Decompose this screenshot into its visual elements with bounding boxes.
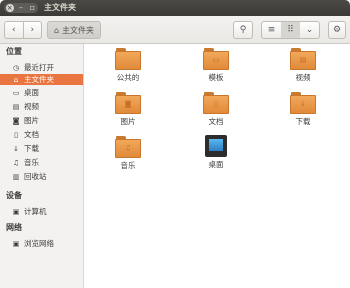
maximize-icon[interactable]: ▫ xyxy=(28,4,36,12)
file-item-music[interactable]: ♫ 音乐 xyxy=(103,136,153,171)
file-item-documents[interactable]: ▯ 文档 xyxy=(191,92,241,127)
search-icon: ⚲ xyxy=(239,25,247,35)
file-label: 图片 xyxy=(120,117,136,126)
sidebar-item-label: 最近打开 xyxy=(24,63,54,72)
sidebar-item-trash[interactable]: ▥ 回收站 xyxy=(0,171,83,182)
search-button[interactable]: ⚲ xyxy=(233,21,253,39)
file-item-public[interactable]: 公共的 xyxy=(103,48,153,83)
folder-icon: ♫ xyxy=(115,136,141,158)
folder-icon: ◙ xyxy=(115,92,141,114)
sidebar-item-network[interactable]: ▣ 浏览网络 xyxy=(0,238,83,249)
gear-icon: ⚙ xyxy=(332,25,342,35)
desktop-folder-icon xyxy=(205,135,227,157)
window-controls: × – ▫ xyxy=(4,3,38,13)
sidebar-item-pictures[interactable]: ◙ 图片 xyxy=(0,115,83,126)
places-header: 位置 xyxy=(6,47,22,56)
sidebar-item-music[interactable]: ♫ 音乐 xyxy=(0,157,83,168)
file-label: 公共的 xyxy=(116,73,140,82)
computer-icon: ▣ xyxy=(12,207,20,216)
network-header: 网络 xyxy=(6,223,22,232)
file-label: 下载 xyxy=(295,117,311,126)
sidebar-item-label: 桌面 xyxy=(24,88,39,97)
sidebar-item-home[interactable]: ⌂ 主文件夹 xyxy=(0,74,83,85)
network-icon: ▣ xyxy=(12,239,20,248)
file-label: 模板 xyxy=(208,73,224,82)
sidebar-item-desktop[interactable]: ▭ 桌面 xyxy=(0,87,83,98)
sidebar: 位置 ◷ 最近打开 ⌂ 主文件夹 ▭ 桌面 ▤ 视频 ◙ 图片 ▯ 文档 ↓ 下… xyxy=(0,44,84,288)
window-title: 主文件夹 xyxy=(44,3,76,12)
video-icon: ▤ xyxy=(12,102,20,111)
download-icon: ↓ xyxy=(13,144,19,153)
sidebar-item-label: 文档 xyxy=(24,130,39,139)
window-titlebar: × – ▫ 主文件夹 xyxy=(0,0,350,16)
folder-icon xyxy=(115,48,141,70)
path-label: 主文件夹 xyxy=(62,25,95,35)
recent-icon: ◷ xyxy=(12,63,20,72)
minimize-icon[interactable]: – xyxy=(17,4,25,12)
trash-icon: ▥ xyxy=(12,172,20,181)
sidebar-item-label: 视频 xyxy=(24,102,39,111)
close-icon[interactable]: × xyxy=(5,4,14,12)
grid-view-button[interactable]: ⠿ xyxy=(281,22,300,38)
file-item-templates[interactable]: ▭ 模板 xyxy=(191,48,241,83)
file-item-videos[interactable]: ▤ 视频 xyxy=(278,48,328,83)
desktop-icon: ▭ xyxy=(12,88,20,97)
document-icon: ▯ xyxy=(14,130,18,139)
nav-buttons: ‹ › xyxy=(4,21,42,39)
sidebar-item-videos[interactable]: ▤ 视频 xyxy=(0,101,83,112)
devices-header: 设备 xyxy=(6,191,22,200)
home-icon: ⌂ xyxy=(53,25,60,35)
sidebar-item-label: 回收站 xyxy=(24,172,47,181)
folder-icon: ↓ xyxy=(290,92,316,114)
sidebar-item-label: 音乐 xyxy=(24,158,39,167)
sidebar-item-recent[interactable]: ◷ 最近打开 xyxy=(0,62,83,73)
home-icon: ⌂ xyxy=(13,75,19,84)
file-label: 音乐 xyxy=(120,161,136,170)
folder-icon: ▯ xyxy=(203,92,229,114)
file-label: 视频 xyxy=(295,73,311,82)
sidebar-item-label: 计算机 xyxy=(24,207,47,216)
file-item-downloads[interactable]: ↓ 下载 xyxy=(278,92,328,127)
view-menu-button[interactable]: ⌄ xyxy=(300,22,319,38)
sidebar-item-label: 图片 xyxy=(24,116,39,125)
file-item-pictures[interactable]: ◙ 图片 xyxy=(103,92,153,127)
music-icon: ♫ xyxy=(12,158,20,167)
back-button[interactable]: ‹ xyxy=(5,25,23,35)
folder-icon: ▤ xyxy=(290,48,316,70)
sidebar-item-downloads[interactable]: ↓ 下载 xyxy=(0,143,83,154)
pictures-icon: ◙ xyxy=(12,116,20,125)
file-label: 桌面 xyxy=(208,160,224,169)
file-item-desktop[interactable]: 桌面 xyxy=(191,135,241,170)
file-grid: 公共的 ▭ 模板 ▤ 视频 ◙ 图片 ▯ 文档 ↓ 下载 ♫ 音乐 桌面 xyxy=(84,44,350,288)
sidebar-item-label: 下载 xyxy=(24,144,39,153)
file-label: 文档 xyxy=(208,117,224,126)
view-switcher: ≡ ⠿ ⌄ xyxy=(261,21,320,39)
path-button-home[interactable]: ⌂ 主文件夹 xyxy=(47,21,101,39)
sidebar-item-documents[interactable]: ▯ 文档 xyxy=(0,129,83,140)
list-view-button[interactable]: ≡ xyxy=(262,22,281,38)
settings-button[interactable]: ⚙ xyxy=(328,21,346,39)
toolbar: ‹ › ⌂ 主文件夹 ⚲ ≡ ⠿ ⌄ ⚙ xyxy=(0,16,350,44)
forward-button[interactable]: › xyxy=(23,25,41,35)
sidebar-item-label: 浏览网络 xyxy=(24,239,54,248)
sidebar-item-computer[interactable]: ▣ 计算机 xyxy=(0,206,83,217)
sidebar-item-label: 主文件夹 xyxy=(24,75,54,84)
folder-icon: ▭ xyxy=(203,48,229,70)
